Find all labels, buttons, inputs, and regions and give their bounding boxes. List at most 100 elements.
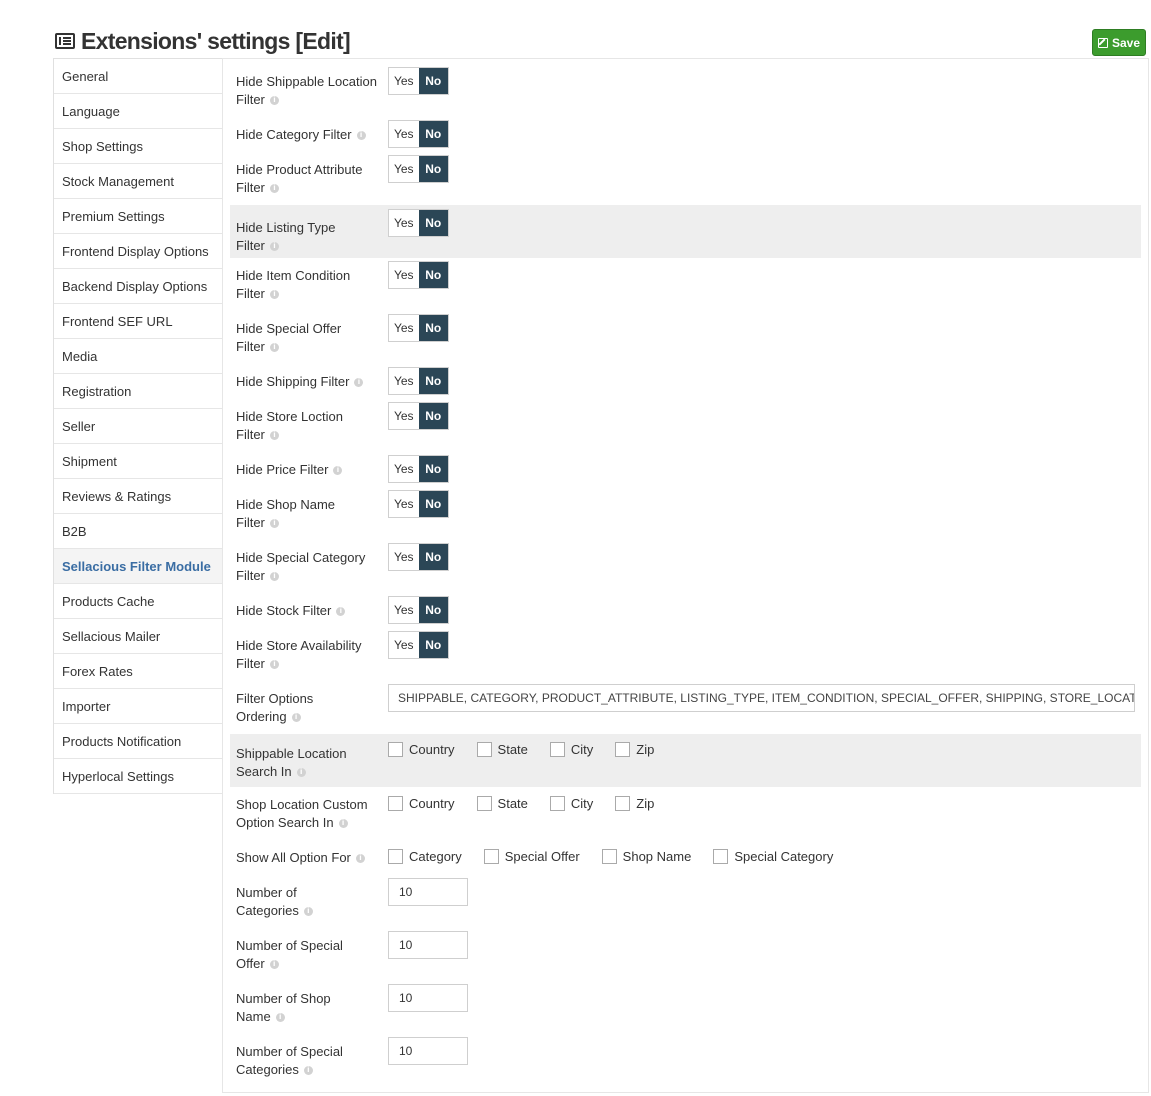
info-icon[interactable]: i — [269, 431, 279, 441]
checkbox-box[interactable] — [615, 742, 631, 757]
info-icon[interactable]: i — [269, 242, 279, 252]
toggle-no[interactable]: No — [418, 368, 448, 394]
toggle-yes[interactable]: Yes — [389, 315, 419, 341]
sidebar-item-registration[interactable]: Registration — [54, 374, 223, 409]
info-icon[interactable]: i — [336, 607, 346, 617]
checkbox-box[interactable] — [615, 796, 631, 811]
toggle-no[interactable]: No — [418, 210, 448, 236]
yes-no-toggle[interactable]: Yes No — [388, 120, 449, 148]
checkbox-city[interactable]: City — [549, 796, 593, 811]
sidebar-item-products-notification[interactable]: Products Notification — [54, 724, 223, 759]
save-button[interactable]: Save — [1092, 29, 1146, 56]
checkbox-state[interactable]: State — [476, 796, 528, 811]
toggle-no[interactable]: No — [418, 68, 448, 94]
info-icon[interactable]: i — [303, 907, 313, 917]
yes-no-toggle[interactable]: Yes No — [388, 490, 449, 518]
checkbox-box[interactable] — [388, 796, 403, 811]
sidebar-item-reviews-ratings[interactable]: Reviews & Ratings — [54, 479, 223, 514]
toggle-no[interactable]: No — [418, 403, 448, 429]
yes-no-toggle[interactable]: Yes No — [388, 67, 449, 95]
checkbox-city[interactable]: City — [549, 742, 593, 757]
info-icon[interactable]: i — [303, 1066, 313, 1076]
checkbox-box[interactable] — [713, 849, 729, 864]
yes-no-toggle[interactable]: Yes No — [388, 261, 449, 289]
filter-ordering-input[interactable]: SHIPPABLE, CATEGORY, PRODUCT_ATTRIBUTE, … — [388, 684, 1135, 712]
toggle-yes[interactable]: Yes — [389, 121, 419, 147]
sidebar-item-media[interactable]: Media — [54, 339, 223, 374]
toggle-yes[interactable]: Yes — [389, 403, 419, 429]
toggle-yes[interactable]: Yes — [389, 544, 419, 570]
info-icon[interactable]: i — [355, 854, 365, 864]
sidebar-item-importer[interactable]: Importer — [54, 689, 223, 724]
info-icon[interactable]: i — [269, 660, 279, 670]
checkbox-country[interactable]: Country — [388, 742, 455, 757]
checkbox-box[interactable] — [601, 849, 617, 864]
sidebar-item-premium-settings[interactable]: Premium Settings — [54, 199, 223, 234]
toggle-yes[interactable]: Yes — [389, 210, 419, 236]
checkbox-box[interactable] — [549, 742, 565, 757]
toggle-no[interactable]: No — [418, 597, 448, 623]
toggle-yes[interactable]: Yes — [389, 456, 419, 482]
info-icon[interactable]: i — [296, 768, 306, 778]
checkbox-box[interactable] — [388, 742, 403, 757]
info-icon[interactable]: i — [275, 1013, 285, 1023]
info-icon[interactable]: i — [269, 96, 279, 106]
number-input[interactable]: 10 — [388, 1037, 468, 1065]
checkbox-box[interactable] — [483, 849, 499, 864]
sidebar-item-frontend-display-options[interactable]: Frontend Display Options — [54, 234, 223, 269]
checkbox-special-category[interactable]: Special Category — [713, 849, 833, 864]
sidebar-item-general[interactable]: General — [54, 59, 223, 94]
toggle-yes[interactable]: Yes — [389, 156, 419, 182]
info-icon[interactable]: i — [291, 713, 301, 723]
sidebar-item-hyperlocal-settings[interactable]: Hyperlocal Settings — [54, 759, 223, 794]
checkbox-special-offer[interactable]: Special Offer — [483, 849, 580, 864]
yes-no-toggle[interactable]: Yes No — [388, 631, 449, 659]
info-icon[interactable]: i — [269, 572, 279, 582]
number-input[interactable]: 10 — [388, 931, 468, 959]
checkbox-country[interactable]: Country — [388, 796, 455, 811]
number-input[interactable]: 10 — [388, 984, 468, 1012]
sidebar-item-frontend-sef-url[interactable]: Frontend SEF URL — [54, 304, 223, 339]
info-icon[interactable]: i — [338, 819, 348, 829]
info-icon[interactable]: i — [333, 466, 343, 476]
checkbox-state[interactable]: State — [476, 742, 528, 757]
sidebar-item-products-cache[interactable]: Products Cache — [54, 584, 223, 619]
info-icon[interactable]: i — [269, 519, 279, 529]
toggle-yes[interactable]: Yes — [389, 262, 419, 288]
sidebar-item-sellacious-mailer[interactable]: Sellacious Mailer — [54, 619, 223, 654]
toggle-no[interactable]: No — [418, 315, 448, 341]
info-icon[interactable]: i — [269, 184, 279, 194]
toggle-no[interactable]: No — [418, 544, 448, 570]
checkbox-category[interactable]: Category — [388, 849, 462, 864]
sidebar-item-sellacious-filter-module[interactable]: Sellacious Filter Module — [54, 549, 223, 584]
toggle-no[interactable]: No — [418, 456, 448, 482]
checkbox-box[interactable] — [549, 796, 565, 811]
yes-no-toggle[interactable]: Yes No — [388, 455, 449, 483]
checkbox-box[interactable] — [388, 849, 403, 864]
yes-no-toggle[interactable]: Yes No — [388, 543, 449, 571]
checkbox-box[interactable] — [476, 796, 492, 811]
info-icon[interactable]: i — [269, 290, 279, 300]
sidebar-item-forex-rates[interactable]: Forex Rates — [54, 654, 223, 689]
toggle-no[interactable]: No — [418, 156, 448, 182]
yes-no-toggle[interactable]: Yes No — [388, 402, 449, 430]
yes-no-toggle[interactable]: Yes No — [388, 314, 449, 342]
toggle-yes[interactable]: Yes — [389, 491, 419, 517]
checkbox-zip[interactable]: Zip — [615, 796, 654, 811]
toggle-yes[interactable]: Yes — [389, 368, 419, 394]
yes-no-toggle[interactable]: Yes No — [388, 209, 449, 237]
toggle-yes[interactable]: Yes — [389, 632, 419, 658]
sidebar-item-b2b[interactable]: B2B — [54, 514, 223, 549]
info-icon[interactable]: i — [269, 343, 279, 353]
yes-no-toggle[interactable]: Yes No — [388, 155, 449, 183]
info-icon[interactable]: i — [356, 131, 366, 141]
sidebar-item-language[interactable]: Language — [54, 94, 223, 129]
sidebar-item-seller[interactable]: Seller — [54, 409, 223, 444]
yes-no-toggle[interactable]: Yes No — [388, 596, 449, 624]
info-icon[interactable]: i — [269, 960, 279, 970]
checkbox-shop-name[interactable]: Shop Name — [601, 849, 691, 864]
toggle-no[interactable]: No — [418, 262, 448, 288]
sidebar-item-stock-management[interactable]: Stock Management — [54, 164, 223, 199]
toggle-no[interactable]: No — [418, 491, 448, 517]
toggle-no[interactable]: No — [418, 121, 448, 147]
